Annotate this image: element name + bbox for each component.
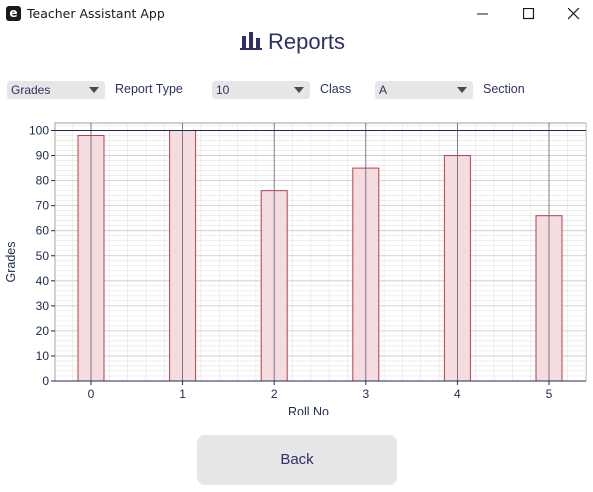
section-value: A bbox=[379, 83, 388, 97]
app-icon: e bbox=[6, 6, 21, 21]
class-label: Class bbox=[320, 82, 352, 96]
maximize-button[interactable] bbox=[506, 0, 551, 28]
plot-area bbox=[54, 122, 587, 382]
x-tick-label: 5 bbox=[546, 387, 553, 401]
page-title: Reports bbox=[268, 30, 346, 54]
x-tick-label: 3 bbox=[362, 387, 369, 401]
y-tick-label: 20 bbox=[36, 324, 50, 338]
y-tick-label: 0 bbox=[42, 374, 49, 388]
x-tick-label: 4 bbox=[454, 387, 461, 401]
y-tick-label: 90 bbox=[36, 149, 50, 163]
x-tick-label: 1 bbox=[179, 387, 186, 401]
y-tick-label: 30 bbox=[36, 299, 50, 313]
report-type-select[interactable]: Grades bbox=[7, 81, 105, 99]
chevron-down-icon bbox=[457, 87, 467, 93]
y-tick-label: 10 bbox=[36, 349, 50, 363]
y-tick-label: 50 bbox=[36, 249, 50, 263]
window-title: Teacher Assistant App bbox=[27, 6, 165, 21]
back-button[interactable]: Back bbox=[197, 435, 397, 485]
y-axis-label: Grades bbox=[4, 242, 18, 283]
y-tick-label: 60 bbox=[36, 224, 50, 238]
close-button[interactable] bbox=[551, 0, 593, 28]
section-select[interactable]: A bbox=[375, 81, 473, 99]
close-icon bbox=[568, 8, 580, 20]
report-type-value: Grades bbox=[11, 83, 51, 97]
report-type-label: Report Type bbox=[115, 82, 183, 96]
maximize-icon bbox=[523, 8, 535, 20]
bar-chart-icon bbox=[240, 30, 262, 55]
x-axis-label: Roll No bbox=[288, 405, 329, 415]
class-select[interactable]: 10 bbox=[212, 81, 310, 99]
page-header: Reports bbox=[0, 30, 593, 60]
x-tick-label: 0 bbox=[88, 387, 95, 401]
chevron-down-icon bbox=[294, 87, 304, 93]
minimize-button[interactable] bbox=[460, 0, 505, 28]
y-tick-label: 40 bbox=[36, 274, 50, 288]
x-tick-label: 2 bbox=[271, 387, 278, 401]
chevron-down-icon bbox=[89, 87, 99, 93]
section-label: Section bbox=[483, 82, 525, 96]
grades-bar-chart: 0 10 20 30 40 50 60 70 80 90 100 0 1 2 3 4 5 Roll No Grade… bbox=[4, 122, 587, 415]
class-value: 10 bbox=[216, 83, 230, 97]
title-bar: e Teacher Assistant App bbox=[0, 0, 593, 28]
y-tick-label: 100 bbox=[29, 124, 49, 138]
y-tick-label: 80 bbox=[36, 174, 50, 188]
y-tick-label: 70 bbox=[36, 199, 50, 213]
minimize-icon bbox=[477, 13, 488, 15]
